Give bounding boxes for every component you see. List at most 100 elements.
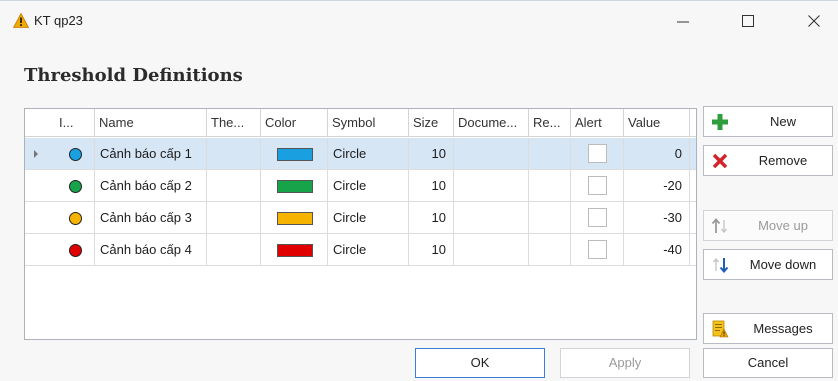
row-threshold[interactable] [207, 234, 261, 266]
close-button[interactable] [799, 9, 829, 33]
row-threshold[interactable] [207, 202, 261, 234]
circle-symbol-icon [69, 244, 82, 257]
row-size[interactable]: 10 [409, 202, 454, 234]
maximize-icon [742, 15, 754, 27]
row-document[interactable] [454, 202, 529, 234]
row-name[interactable]: Cảnh báo cấp 4 [95, 234, 207, 266]
row-color[interactable] [261, 170, 328, 202]
window-title: KT qp23 [34, 13, 83, 28]
table-row[interactable]: Cảnh báo cấp 1 Circle 10 0 [25, 138, 696, 170]
row-name[interactable]: Cảnh báo cấp 2 [95, 170, 207, 202]
current-row-arrow-icon [34, 150, 38, 158]
move-up-button[interactable]: Move up [703, 210, 833, 241]
row-re[interactable] [529, 234, 571, 266]
column-header-color[interactable]: Color [261, 109, 328, 137]
row-size[interactable]: 10 [409, 138, 454, 170]
minimize-icon [677, 21, 689, 23]
row-size[interactable]: 10 [409, 234, 454, 266]
remove-button-label: Remove [758, 153, 808, 168]
new-button[interactable]: New [703, 106, 833, 137]
alert-checkbox[interactable] [588, 144, 607, 163]
alert-checkbox[interactable] [588, 240, 607, 259]
alert-checkbox[interactable] [588, 208, 607, 227]
row-threshold[interactable] [207, 138, 261, 170]
row-document[interactable] [454, 234, 529, 266]
column-header-size[interactable]: Size [409, 109, 454, 137]
row-name[interactable]: Cảnh báo cấp 1 [95, 138, 207, 170]
row-icon-cell [55, 202, 95, 234]
color-swatch [277, 180, 313, 193]
cancel-button[interactable]: Cancel [703, 348, 833, 378]
row-value[interactable]: -20 [624, 170, 690, 202]
column-header-re[interactable]: Re... [529, 109, 571, 137]
color-swatch [277, 212, 313, 225]
column-header-value[interactable]: Value [624, 109, 690, 137]
row-re[interactable] [529, 202, 571, 234]
row-alert[interactable] [571, 170, 624, 202]
ok-button[interactable]: OK [415, 348, 545, 378]
arrow-down-icon [712, 257, 729, 274]
color-swatch [277, 244, 313, 257]
row-symbol[interactable]: Circle [328, 202, 409, 234]
close-icon [808, 15, 820, 27]
column-header-threshold[interactable]: The... [207, 109, 261, 137]
plus-icon [712, 114, 728, 130]
grid-header: I... Name The... Color Symbol Size Docum… [25, 109, 696, 137]
column-header-symbol[interactable]: Symbol [328, 109, 409, 137]
row-icon-cell [55, 170, 95, 202]
warning-icon [13, 13, 29, 28]
row-color[interactable] [261, 138, 328, 170]
dialog-window: KT qp23 Threshold Definitions I... Name … [0, 0, 838, 381]
header-indicator-spacer [25, 109, 55, 137]
row-document[interactable] [454, 138, 529, 170]
new-button-label: New [769, 114, 796, 129]
circle-symbol-icon [69, 212, 82, 225]
apply-button[interactable]: Apply [560, 348, 690, 378]
arrow-up-icon [711, 218, 728, 234]
row-icon-cell [55, 234, 95, 266]
row-alert[interactable] [571, 138, 624, 170]
messages-button[interactable]: Messages [703, 313, 833, 344]
row-document[interactable] [454, 170, 529, 202]
color-swatch [277, 148, 313, 161]
table-row[interactable]: Cảnh báo cấp 2 Circle 10 -20 [25, 170, 696, 202]
row-alert[interactable] [571, 202, 624, 234]
row-re[interactable] [529, 138, 571, 170]
row-icon-cell [55, 138, 95, 170]
messages-icon [712, 320, 729, 338]
row-value[interactable]: -40 [624, 234, 690, 266]
row-indicator [25, 138, 55, 170]
maximize-button[interactable] [733, 9, 763, 33]
circle-symbol-icon [69, 148, 82, 161]
row-color[interactable] [261, 202, 328, 234]
circle-symbol-icon [69, 180, 82, 193]
remove-button[interactable]: Remove [703, 145, 833, 176]
row-alert[interactable] [571, 234, 624, 266]
row-value[interactable]: 0 [624, 138, 690, 170]
table-row[interactable]: Cảnh báo cấp 4 Circle 10 -40 [25, 234, 696, 266]
row-value[interactable]: -30 [624, 202, 690, 234]
column-header-alert[interactable]: Alert [571, 109, 624, 137]
alert-checkbox[interactable] [588, 176, 607, 195]
threshold-grid[interactable]: I... Name The... Color Symbol Size Docum… [24, 108, 697, 340]
minimize-button[interactable] [668, 9, 698, 33]
page-title: Threshold Definitions [24, 65, 243, 86]
row-threshold[interactable] [207, 170, 261, 202]
x-icon [712, 153, 728, 169]
row-re[interactable] [529, 170, 571, 202]
column-header-document[interactable]: Docume... [454, 109, 529, 137]
row-name[interactable]: Cảnh báo cấp 3 [95, 202, 207, 234]
column-header-name[interactable]: Name [95, 109, 207, 137]
table-row[interactable]: Cảnh báo cấp 3 Circle 10 -30 [25, 202, 696, 234]
move-down-button[interactable]: Move down [703, 249, 833, 280]
row-symbol[interactable]: Circle [328, 234, 409, 266]
title-bar: KT qp23 [0, 1, 838, 41]
row-symbol[interactable]: Circle [328, 138, 409, 170]
row-symbol[interactable]: Circle [328, 170, 409, 202]
row-color[interactable] [261, 234, 328, 266]
row-size[interactable]: 10 [409, 170, 454, 202]
move-down-button-label: Move down [749, 257, 817, 272]
messages-button-label: Messages [753, 321, 813, 336]
row-indicator [25, 234, 55, 266]
column-header-icon[interactable]: I... [55, 109, 95, 137]
